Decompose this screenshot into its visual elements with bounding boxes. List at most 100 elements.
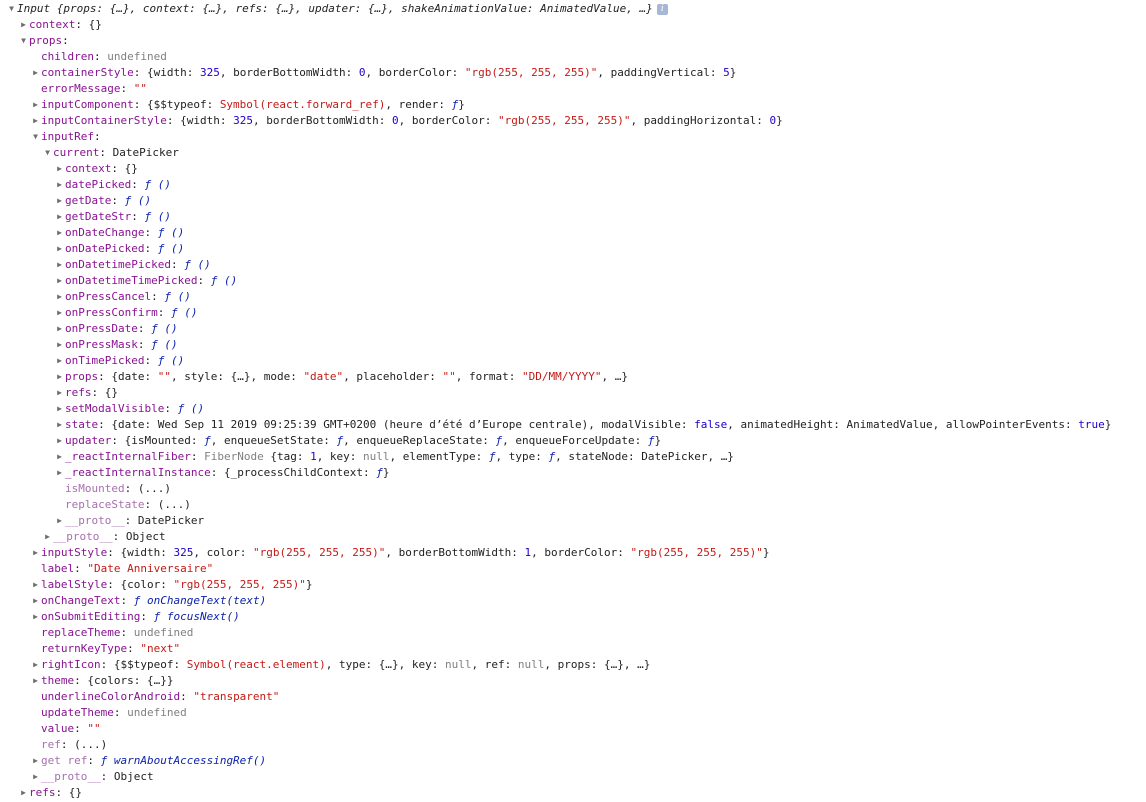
collapsed-arrow-icon[interactable]: ▶ — [30, 113, 41, 129]
collapsed-arrow-icon[interactable]: ▶ — [54, 465, 65, 481]
property-value: ƒ — [488, 450, 496, 463]
tree-row[interactable]: ▶ context: {} — [0, 161, 1146, 177]
collapsed-arrow-icon[interactable]: ▶ — [30, 65, 41, 81]
tree-row[interactable]: ▶ __proto__: Object — [0, 529, 1146, 545]
property-key: onPressMask — [65, 338, 138, 351]
property-value: } — [762, 546, 770, 559]
collapsed-arrow-icon[interactable]: ▶ — [54, 337, 65, 353]
property-value: , props: {…}, …} — [544, 658, 651, 671]
tree-row[interactable]: ▶ get ref: ƒ warnAboutAccessingRef() — [0, 753, 1146, 769]
collapsed-arrow-icon[interactable]: ▶ — [54, 257, 65, 273]
property-key: getDateStr — [65, 210, 132, 223]
collapsed-arrow-icon[interactable]: ▶ — [54, 513, 65, 529]
collapsed-arrow-icon[interactable]: ▶ — [54, 321, 65, 337]
collapsed-arrow-icon[interactable]: ▶ — [30, 97, 41, 113]
collapsed-arrow-icon[interactable]: ▶ — [30, 577, 41, 593]
tree-row[interactable]: ▼ current: DatePicker — [0, 145, 1146, 161]
tree-row[interactable]: ▶ onDatetimePicked: ƒ () — [0, 257, 1146, 273]
tree-row[interactable]: ▶ onSubmitEditing: ƒ focusNext() — [0, 609, 1146, 625]
expanded-arrow-icon[interactable]: ▼ — [42, 145, 53, 161]
tree-row[interactable]: ▶ onDateChange: ƒ () — [0, 225, 1146, 241]
collapsed-arrow-icon[interactable]: ▶ — [54, 449, 65, 465]
collapsed-arrow-icon[interactable]: ▶ — [54, 353, 65, 369]
property-value: : — [140, 610, 154, 623]
tree-row[interactable]: ▶ refs: {} — [0, 385, 1146, 401]
property-value: : — [74, 562, 88, 575]
collapsed-arrow-icon[interactable]: ▶ — [54, 161, 65, 177]
tree-row[interactable]: ▶ theme: {colors: {…}} — [0, 673, 1146, 689]
tree-row[interactable]: ▶ onPressConfirm: ƒ () — [0, 305, 1146, 321]
tree-row[interactable]: ▶ onPressDate: ƒ () — [0, 321, 1146, 337]
collapsed-arrow-icon[interactable]: ▶ — [54, 369, 65, 385]
property-key: onDatetimePicked — [65, 258, 171, 271]
tree-row[interactable]: ▶ labelStyle: {color: "rgb(255, 255, 255)… — [0, 577, 1146, 593]
tree-row[interactable]: ▶ onChangeText: ƒ onChangeText(text) — [0, 593, 1146, 609]
tree-row: ▶isMounted: (...) — [0, 481, 1146, 497]
collapsed-arrow-icon[interactable]: ▶ — [54, 305, 65, 321]
collapsed-arrow-icon[interactable]: ▶ — [18, 17, 29, 33]
tree-row[interactable]: ▶ onTimePicked: ƒ () — [0, 353, 1146, 369]
property-value: , enqueueForceUpdate: — [502, 434, 648, 447]
property-value: "rgb(255, 255, 255)" — [630, 546, 763, 559]
collapsed-arrow-icon[interactable]: ▶ — [30, 609, 41, 625]
property-value: , type: — [495, 450, 549, 463]
property-value: : {color: — [107, 578, 174, 591]
collapsed-arrow-icon[interactable]: ▶ — [54, 433, 65, 449]
tree-row[interactable]: ▶ onDatePicked: ƒ () — [0, 241, 1146, 257]
tree-row[interactable]: ▶ updater: {isMounted: ƒ, enqueueSetState… — [0, 433, 1146, 449]
info-icon[interactable]: i — [656, 3, 668, 15]
tree-row[interactable]: ▶ props: {date: "", style: {…}, mode: "da… — [0, 369, 1146, 385]
collapsed-arrow-icon[interactable]: ▶ — [54, 401, 65, 417]
collapsed-arrow-icon[interactable]: ▶ — [30, 673, 41, 689]
property-key: replaceState — [65, 498, 145, 511]
tree-row[interactable]: ▶ inputStyle: {width: 325, color: "rgb(25… — [0, 545, 1146, 561]
collapsed-arrow-icon[interactable]: ▶ — [54, 289, 65, 305]
expanded-arrow-icon[interactable]: ▼ — [6, 1, 17, 17]
expanded-arrow-icon[interactable]: ▼ — [18, 33, 29, 49]
tree-row[interactable]: ▼ Input {props: {…}, context: {…}, refs: … — [0, 1, 1146, 17]
tree-row[interactable]: ▶ __proto__: DatePicker — [0, 513, 1146, 529]
property-value: Symbol(react.element) — [186, 658, 326, 671]
collapsed-arrow-icon[interactable]: ▶ — [30, 593, 41, 609]
tree-row[interactable]: ▶ _reactInternalFiber: FiberNode {tag: 1,… — [0, 449, 1146, 465]
collapsed-arrow-icon[interactable]: ▶ — [54, 209, 65, 225]
property-value: : {width: — [166, 114, 234, 127]
collapsed-arrow-icon[interactable]: ▶ — [30, 769, 41, 785]
collapsed-arrow-icon[interactable]: ▶ — [54, 177, 65, 193]
tree-row[interactable]: ▶ onDatetimeTimePicked: ƒ () — [0, 273, 1146, 289]
collapsed-arrow-icon[interactable]: ▶ — [42, 529, 53, 545]
collapsed-arrow-icon[interactable]: ▶ — [54, 225, 65, 241]
tree-row[interactable]: ▶ __proto__: Object — [0, 769, 1146, 785]
collapsed-arrow-icon[interactable]: ▶ — [54, 273, 65, 289]
collapsed-arrow-icon[interactable]: ▶ — [30, 545, 41, 561]
collapsed-arrow-icon[interactable]: ▶ — [30, 657, 41, 673]
tree-row[interactable]: ▶ setModalVisible: ƒ () — [0, 401, 1146, 417]
tree-row[interactable]: ▶ state: {date: Wed Sep 11 2019 09:25:39 … — [0, 417, 1146, 433]
collapsed-arrow-icon[interactable]: ▶ — [18, 785, 29, 801]
tree-row[interactable]: ▶ rightIcon: {$$typeof: Symbol(react.elem… — [0, 657, 1146, 673]
expanded-arrow-icon[interactable]: ▼ — [30, 129, 41, 145]
tree-row[interactable]: ▶ _reactInternalInstance: {_processChildC… — [0, 465, 1146, 481]
property-value: : {$$typeof: — [133, 98, 220, 111]
property-value: : — [164, 402, 178, 415]
tree-row[interactable]: ▶ getDateStr: ƒ () — [0, 209, 1146, 225]
tree-row[interactable]: ▶ onPressCancel: ƒ () — [0, 289, 1146, 305]
tree-row[interactable]: ▶ inputContainerStyle: {width: 325, borde… — [0, 113, 1146, 129]
property-key: theme — [41, 674, 75, 687]
tree-row[interactable]: ▶ datePicked: ƒ () — [0, 177, 1146, 193]
property-value: Input {props: {…}, context: {…}, refs: {… — [17, 2, 653, 15]
tree-row[interactable]: ▶ onPressMask: ƒ () — [0, 337, 1146, 353]
tree-row[interactable]: ▼ inputRef: — [0, 129, 1146, 145]
property-key: rightIcon — [41, 658, 101, 671]
tree-row[interactable]: ▶ refs: {} — [0, 785, 1146, 801]
collapsed-arrow-icon[interactable]: ▶ — [54, 241, 65, 257]
tree-row[interactable]: ▶ getDate: ƒ () — [0, 193, 1146, 209]
collapsed-arrow-icon[interactable]: ▶ — [54, 385, 65, 401]
collapsed-arrow-icon[interactable]: ▶ — [30, 753, 41, 769]
tree-row[interactable]: ▼ props: — [0, 33, 1146, 49]
tree-row[interactable]: ▶ context: {} — [0, 17, 1146, 33]
tree-row[interactable]: ▶ containerStyle: {width: 325, borderBott… — [0, 65, 1146, 81]
collapsed-arrow-icon[interactable]: ▶ — [54, 193, 65, 209]
tree-row[interactable]: ▶ inputComponent: {$$typeof: Symbol(react… — [0, 97, 1146, 113]
collapsed-arrow-icon[interactable]: ▶ — [54, 417, 65, 433]
